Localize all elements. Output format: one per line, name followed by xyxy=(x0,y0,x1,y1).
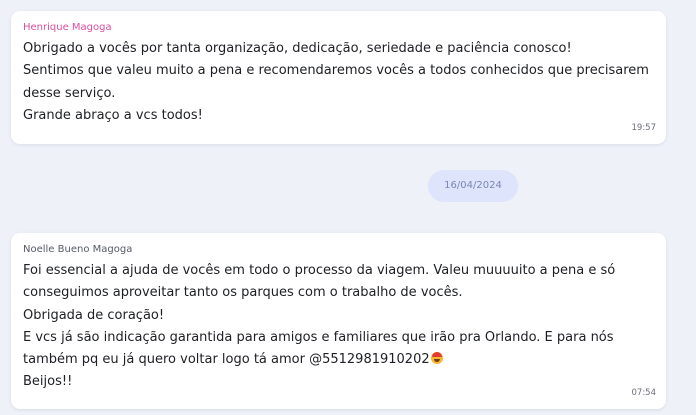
sender-name: Noelle Bueno Magoga xyxy=(23,244,133,255)
sender-name: Henrique Magoga xyxy=(23,22,112,33)
message-text-line: Obrigado a vocês por tanta organização, … xyxy=(23,41,572,56)
message-text-line: também pq eu já quero voltar logo tá amo… xyxy=(23,349,654,371)
message-timestamp: 19:57 xyxy=(631,123,657,133)
message-text-line: E vcs já são indicação garantida para am… xyxy=(23,329,614,345)
message-bubble[interactable]: Noelle Bueno Magoga Foi essencial a ajud… xyxy=(11,233,666,409)
message-text-line: Foi essencial a ajuda de vocês em todo o… xyxy=(23,263,616,278)
message-text-span: também pq eu já quero voltar logo tá amo… xyxy=(23,352,430,368)
message-text-line: desse serviço. xyxy=(23,85,116,101)
message-text-line: Beijos!! xyxy=(23,374,73,390)
message-text-line: Obrigada de coração! xyxy=(23,307,165,323)
message-timestamp: 07:54 xyxy=(631,388,657,398)
message-text-line: conseguimos aproveitar tanto os parques … xyxy=(23,285,463,301)
message-bubble[interactable]: Henrique Magoga Obrigado a vocês por tan… xyxy=(11,11,666,144)
laughing-face-icon xyxy=(430,352,443,365)
message-text-line: Sentimos que valeu muito a pena e recome… xyxy=(23,63,649,79)
date-separator: 16/04/2024 xyxy=(428,170,518,202)
message-text-line: Grande abraço a vcs todos! xyxy=(23,107,203,123)
